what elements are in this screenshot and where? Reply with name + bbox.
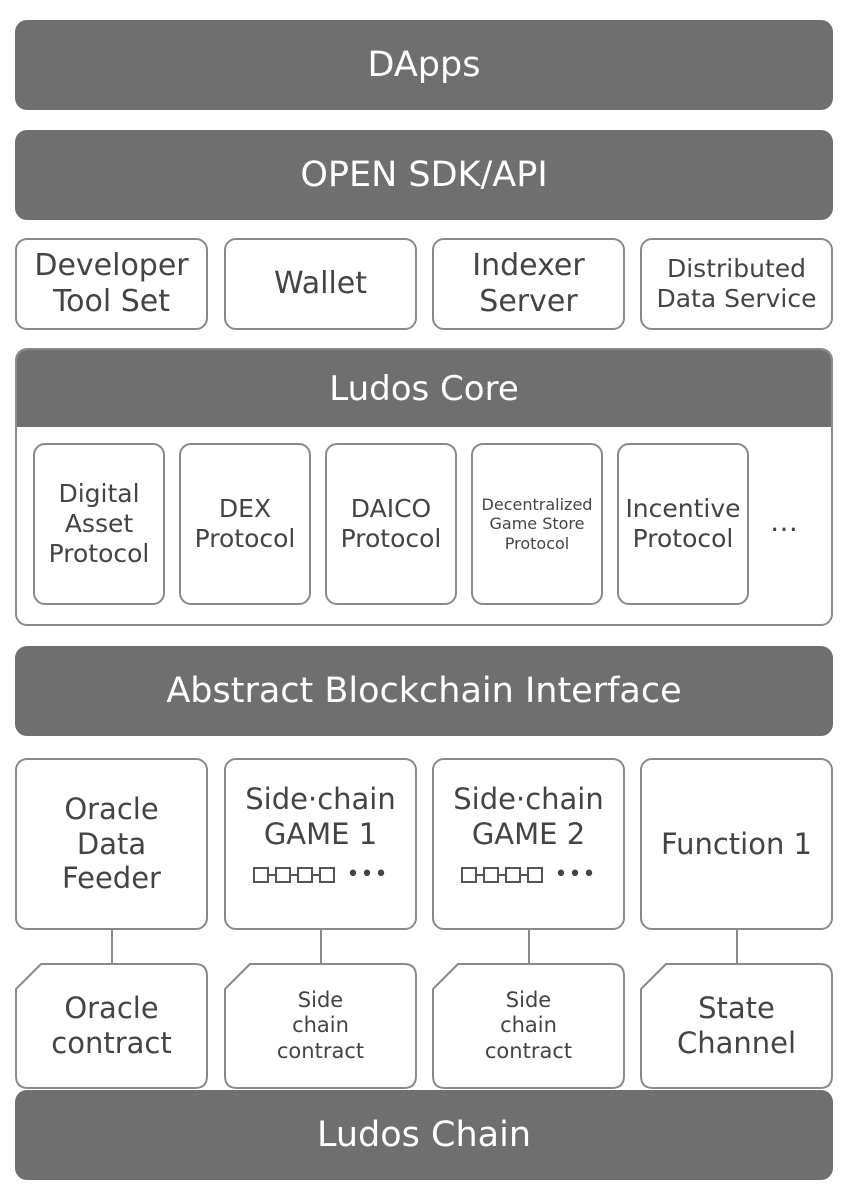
abstract-blockchain-interface: Abstract Blockchain Interface: [15, 646, 833, 736]
text-line: Data: [76, 826, 147, 861]
dapps-label: DApps: [367, 45, 481, 85]
dapps-layer: DApps: [15, 20, 833, 110]
protocol-box: Incentive Protocol: [617, 443, 749, 605]
module-box: Side·chain GAME 2 •••: [432, 758, 625, 930]
service-box: Indexer Server: [432, 238, 625, 330]
more-blocks: •••: [554, 861, 597, 887]
text-line: Developer: [34, 248, 189, 283]
protocol-box: DAICO Protocol: [325, 443, 457, 605]
service-box: Developer Tool Set: [15, 238, 208, 330]
abi-label: Abstract Blockchain Interface: [166, 671, 682, 711]
text-line: contract: [51, 1026, 172, 1060]
blockchain-icon: •••: [460, 861, 597, 888]
text-line: Protocol: [48, 539, 150, 568]
text-line: Protocol: [504, 533, 570, 553]
text-line: Function 1: [660, 826, 813, 861]
connector-line: [735, 930, 738, 963]
contract-box: Oracle contract: [15, 963, 208, 1089]
text-line: Oracle: [64, 991, 159, 1026]
text-line: chain: [292, 1013, 349, 1038]
module-box: Side·chain GAME 1 •••: [224, 758, 417, 930]
text-line: Side: [505, 988, 552, 1013]
blockchain-icon: •••: [252, 861, 389, 888]
text-line: Channel: [676, 1026, 797, 1060]
text-line: Side·chain: [245, 782, 396, 816]
text-line: Game Store: [489, 514, 585, 534]
ludos-core-header: Ludos Core: [17, 350, 831, 427]
text-line: Decentralized: [481, 495, 593, 515]
text-line: Indexer: [472, 248, 585, 283]
protocol-box: Digital Asset Protocol: [33, 443, 165, 605]
ludos-core-title: Ludos Core: [329, 368, 519, 409]
text-line: Feeder: [62, 861, 161, 896]
text-line: Oracle: [64, 791, 159, 826]
text-line: Wallet: [273, 266, 368, 301]
text-line: DAICO: [350, 494, 432, 523]
sdk-label: OPEN SDK/API: [300, 155, 548, 195]
sdk-layer: OPEN SDK/API: [15, 130, 833, 220]
service-box: Distributed Data Service: [640, 238, 833, 330]
text-line: Protocol: [340, 524, 442, 553]
text-line: Side: [297, 988, 344, 1013]
module-box: Oracle Data Feeder: [15, 758, 208, 930]
text-line: Protocol: [632, 524, 734, 553]
text-line: contract: [276, 1038, 365, 1063]
text-line: State: [698, 991, 775, 1026]
text-line: chain: [500, 1013, 557, 1038]
contract-box: Side chain contract: [432, 963, 625, 1089]
text-line: DEX: [218, 494, 272, 523]
contract-box: Side chain contract: [224, 963, 417, 1089]
ludos-chain: Ludos Chain: [15, 1090, 833, 1180]
text-line: Incentive: [625, 494, 741, 523]
more-blocks: •••: [346, 861, 389, 887]
text-line: Side·chain: [453, 782, 604, 816]
text-line: Digital: [58, 479, 140, 508]
contract-box: State Channel: [640, 963, 833, 1089]
text-line: Tool Set: [52, 284, 171, 319]
connector-line: [527, 930, 530, 963]
more-protocols: …: [770, 505, 798, 538]
protocol-box: DEX Protocol: [179, 443, 311, 605]
text-line: Data Service: [656, 284, 817, 313]
text-line: Asset: [64, 509, 134, 538]
text-line: contract: [484, 1038, 573, 1063]
text-line: Protocol: [194, 524, 296, 553]
text-line: GAME 2: [471, 816, 586, 851]
text-line: Server: [479, 284, 578, 319]
text-line: GAME 1: [263, 816, 378, 851]
connector-line: [110, 930, 113, 963]
text-line: Distributed: [666, 254, 806, 283]
ludos-chain-label: Ludos Chain: [316, 1115, 532, 1155]
module-box: Function 1: [640, 758, 833, 930]
service-box: Wallet: [224, 238, 417, 330]
connector-line: [319, 930, 322, 963]
protocol-box: Decentralized Game Store Protocol: [471, 443, 603, 605]
